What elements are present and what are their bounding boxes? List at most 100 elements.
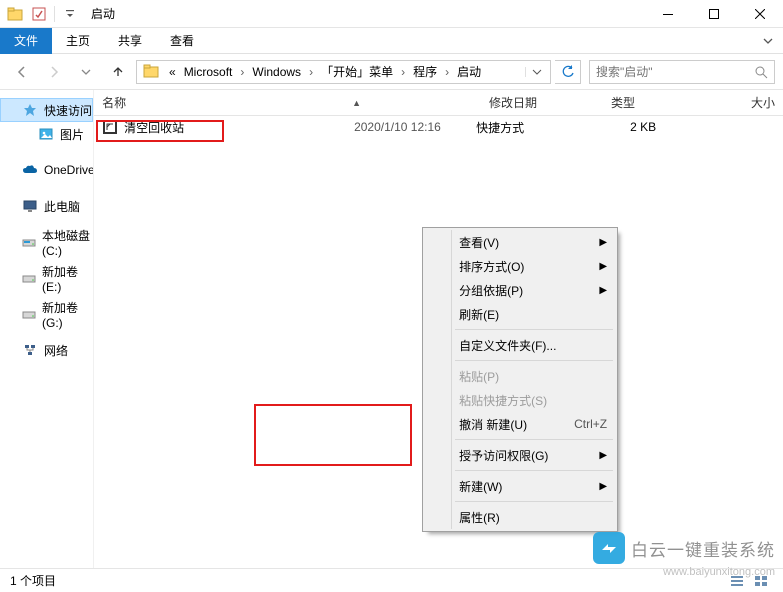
shortcut-label: Ctrl+Z xyxy=(574,417,607,431)
forward-button[interactable] xyxy=(40,60,68,84)
chevron-right-icon[interactable]: › xyxy=(441,65,453,79)
close-button[interactable] xyxy=(737,0,783,28)
file-name: 清空回收站 xyxy=(124,119,354,136)
drive-icon xyxy=(22,306,36,322)
ribbon-expand-icon[interactable] xyxy=(753,36,783,46)
file-date: 2020/1/10 12:16 xyxy=(354,120,476,134)
breadcrumb-prefix[interactable]: « xyxy=(165,61,180,83)
column-name[interactable]: 名称 xyxy=(94,90,352,116)
file-row[interactable]: 清空回收站 2020/1/10 12:16 快捷方式 2 KB xyxy=(94,116,783,138)
search-box[interactable] xyxy=(589,60,775,84)
address-bar[interactable]: « Microsoft› Windows› 「开始」菜单› 程序› 启动 xyxy=(136,60,551,84)
properties-qat-icon[interactable] xyxy=(28,3,50,25)
watermark-text: 白云一键重装系统 xyxy=(631,536,775,561)
sidebar-label: 新加卷 (E:) xyxy=(42,263,93,294)
sidebar-label: 本地磁盘 (C:) xyxy=(42,227,93,258)
submenu-arrow-icon: ▶ xyxy=(599,237,607,248)
sidebar-label: 新加卷 (G:) xyxy=(42,299,93,330)
qat-dropdown-icon[interactable] xyxy=(59,3,81,25)
submenu-arrow-icon: ▶ xyxy=(599,285,607,296)
menu-paste-shortcut: 粘贴快捷方式(S) xyxy=(425,388,615,412)
drive-icon xyxy=(22,234,36,250)
sidebar-item-onedrive[interactable]: OneDrive xyxy=(0,158,93,182)
breadcrumb-item[interactable]: Microsoft xyxy=(180,61,237,83)
minimize-button[interactable] xyxy=(645,0,691,28)
sidebar-label: 网络 xyxy=(44,342,68,359)
sidebar-label: 快速访问 xyxy=(44,102,92,119)
sidebar-item-this-pc[interactable]: 此电脑 xyxy=(0,194,93,218)
file-size: 2 KB xyxy=(596,120,656,134)
submenu-arrow-icon: ▶ xyxy=(599,450,607,461)
window-controls xyxy=(645,0,783,28)
window-title: 启动 xyxy=(85,5,645,22)
tab-view[interactable]: 查看 xyxy=(156,28,208,54)
search-input[interactable] xyxy=(596,65,754,79)
menu-sort[interactable]: 排序方式(O)▶ xyxy=(425,254,615,278)
menu-refresh[interactable]: 刷新(E) xyxy=(425,302,615,326)
drive-icon xyxy=(22,270,36,286)
tab-file[interactable]: 文件 xyxy=(0,28,52,54)
watermark: 白云一键重装系统 www.baiyunxitong.com xyxy=(593,532,775,564)
menu-group[interactable]: 分组依据(P)▶ xyxy=(425,278,615,302)
sidebar-item-quick-access[interactable]: 快速访问 xyxy=(0,98,93,122)
watermark-url: www.baiyunxitong.com xyxy=(663,566,775,578)
sidebar-item-network[interactable]: 网络 xyxy=(0,338,93,362)
chevron-right-icon[interactable]: › xyxy=(236,65,248,79)
breadcrumb-item[interactable]: 程序 xyxy=(409,61,441,83)
shortcut-icon xyxy=(102,119,118,135)
search-icon xyxy=(754,65,768,79)
qat-divider xyxy=(54,6,55,22)
menu-view[interactable]: 查看(V)▶ xyxy=(425,230,615,254)
address-folder-icon xyxy=(143,63,161,81)
sidebar-label: 图片 xyxy=(60,126,84,143)
folder-icon xyxy=(4,3,26,25)
breadcrumb-item[interactable]: 启动 xyxy=(453,61,485,83)
status-item-count: 1 个项目 xyxy=(10,572,56,589)
pc-icon xyxy=(22,198,38,214)
tab-home[interactable]: 主页 xyxy=(52,28,104,54)
sidebar-label: 此电脑 xyxy=(44,198,80,215)
column-type[interactable]: 类型 xyxy=(603,90,723,116)
ribbon-tabs: 文件 主页 共享 查看 xyxy=(0,28,783,54)
sidebar-item-pictures[interactable]: 图片 xyxy=(0,122,93,146)
menu-paste: 粘贴(P) xyxy=(425,364,615,388)
sidebar-label: OneDrive xyxy=(44,163,94,177)
context-menu: 查看(V)▶ 排序方式(O)▶ 分组依据(P)▶ 刷新(E) 自定义文件夹(F)… xyxy=(422,227,618,532)
column-date[interactable]: 修改日期 xyxy=(481,90,603,116)
menu-undo[interactable]: 撤消 新建(U)Ctrl+Z xyxy=(425,412,615,436)
submenu-arrow-icon: ▶ xyxy=(599,481,607,492)
sidebar-item-drive-c[interactable]: 本地磁盘 (C:) xyxy=(0,230,93,254)
network-icon xyxy=(22,342,38,358)
submenu-arrow-icon: ▶ xyxy=(599,261,607,272)
cloud-icon xyxy=(22,162,38,178)
sidebar-item-drive-e[interactable]: 新加卷 (E:) xyxy=(0,266,93,290)
maximize-button[interactable] xyxy=(691,0,737,28)
navigation-pane: 快速访问 图片 OneDrive 此电脑 本地磁盘 (C:) 新加卷 (E:) xyxy=(0,90,94,568)
title-bar: 启动 xyxy=(0,0,783,28)
chevron-right-icon[interactable]: › xyxy=(397,65,409,79)
menu-customize-folder[interactable]: 自定义文件夹(F)... xyxy=(425,333,615,357)
refresh-button[interactable] xyxy=(555,60,581,84)
address-dropdown-icon[interactable] xyxy=(525,67,548,77)
star-icon xyxy=(22,102,38,118)
recent-locations-icon[interactable] xyxy=(72,60,100,84)
back-button[interactable] xyxy=(8,60,36,84)
menu-grant-access[interactable]: 授予访问权限(G)▶ xyxy=(425,443,615,467)
tab-share[interactable]: 共享 xyxy=(104,28,156,54)
file-type: 快捷方式 xyxy=(476,119,596,136)
sort-indicator-icon: ▲ xyxy=(352,98,361,108)
annotation-box xyxy=(254,404,412,466)
menu-properties[interactable]: 属性(R) xyxy=(425,505,615,529)
column-headers: 名称 ▲ 修改日期 类型 大小 xyxy=(94,90,783,116)
breadcrumb-item[interactable]: 「开始」菜单 xyxy=(317,61,397,83)
up-button[interactable] xyxy=(104,60,132,84)
menu-new[interactable]: 新建(W)▶ xyxy=(425,474,615,498)
breadcrumb-item[interactable]: Windows xyxy=(248,61,305,83)
watermark-logo-icon xyxy=(593,532,625,564)
pictures-icon xyxy=(38,126,54,142)
sidebar-item-drive-g[interactable]: 新加卷 (G:) xyxy=(0,302,93,326)
column-size[interactable]: 大小 xyxy=(723,90,783,116)
main-area: 快速访问 图片 OneDrive 此电脑 本地磁盘 (C:) 新加卷 (E:) xyxy=(0,90,783,568)
navigation-bar: « Microsoft› Windows› 「开始」菜单› 程序› 启动 xyxy=(0,54,783,90)
chevron-right-icon[interactable]: › xyxy=(305,65,317,79)
